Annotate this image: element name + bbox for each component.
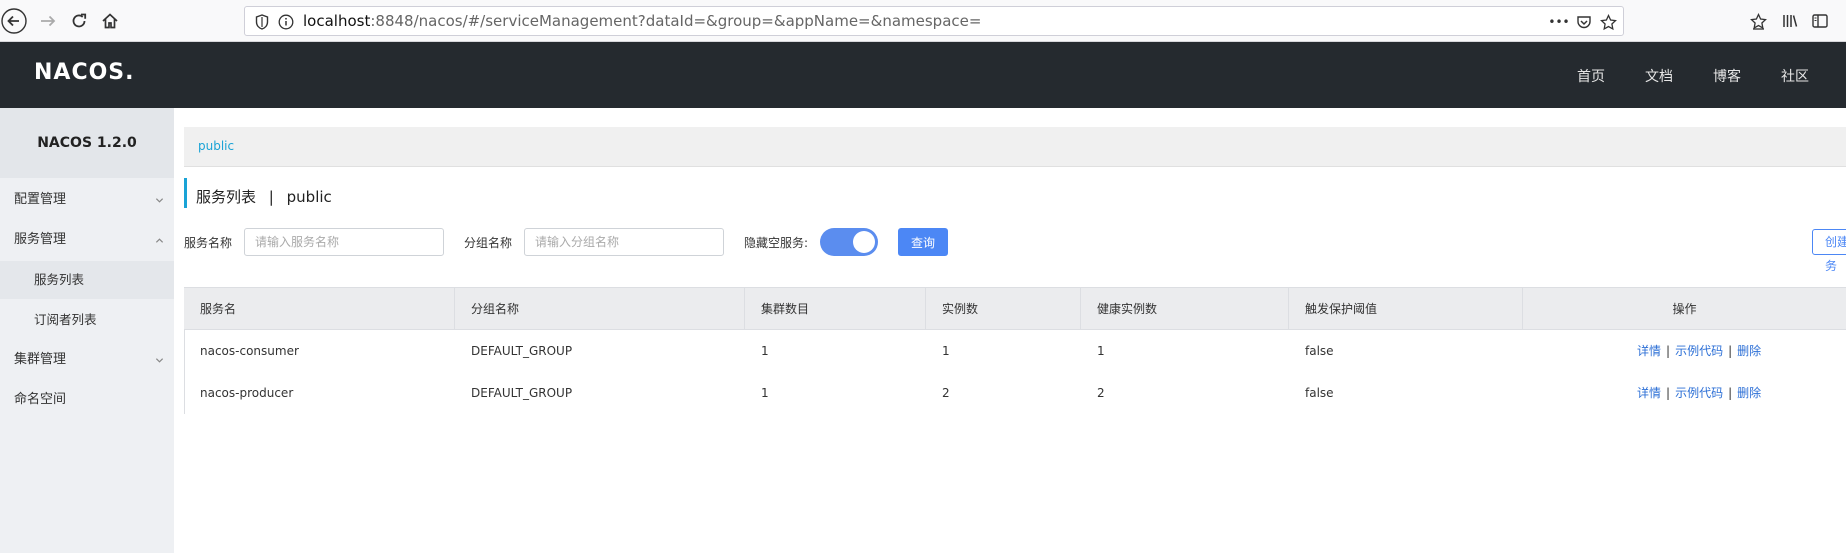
chevron-up-icon	[155, 238, 164, 243]
nav-community-link[interactable]: 社区	[1781, 66, 1809, 86]
cell-actions: 详情 | 示例代码 | 删除	[1637, 372, 1761, 414]
nacos-logo[interactable]: NACOS.	[34, 60, 135, 85]
col-header-cluster-count: 集群数目	[745, 288, 926, 330]
sidebar-toggle-icon[interactable]	[1808, 9, 1832, 33]
cell-service-name: nacos-producer	[200, 386, 294, 400]
cell-cluster-count: 1	[761, 344, 769, 358]
sidebar-item-label: 订阅者列表	[34, 312, 97, 327]
downloads-star-icon[interactable]	[1746, 9, 1770, 33]
hide-empty-toggle[interactable]	[820, 228, 878, 256]
library-icon[interactable]	[1778, 9, 1802, 33]
col-header-actions: 操作	[1672, 302, 1697, 316]
action-separator: |	[1728, 344, 1733, 358]
sidebar-item-label: 配置管理	[14, 192, 67, 207]
cell-group-name: DEFAULT_GROUP	[471, 344, 573, 358]
more-icon[interactable]: •••	[1547, 13, 1571, 31]
cell-threshold: false	[1305, 344, 1334, 358]
page-title-separator: |	[268, 188, 274, 206]
url-host: localhost	[303, 12, 371, 30]
reload-icon[interactable]	[65, 7, 93, 35]
sidebar-title: NACOS 1.2.0	[0, 108, 174, 178]
forward-icon[interactable]	[34, 7, 62, 35]
chevron-down-icon	[155, 198, 164, 203]
delete-link[interactable]: 删除	[1737, 386, 1761, 400]
home-icon[interactable]	[96, 7, 124, 35]
table-row: nacos-consumer DEFAULT_GROUP 1 1 1 false…	[184, 330, 1846, 372]
nav-blog-link[interactable]: 博客	[1713, 66, 1741, 86]
group-name-input[interactable]	[524, 228, 724, 256]
action-separator: |	[1666, 386, 1671, 400]
cell-service-name: nacos-consumer	[200, 344, 299, 358]
address-bar[interactable]: localhost:8848/nacos/#/serviceManagement…	[244, 6, 1624, 36]
sidebar: NACOS 1.2.0 配置管理 服务管理 服务列表 订阅者列表 集群管理 命名…	[0, 108, 174, 553]
bookmark-star-icon[interactable]	[1599, 13, 1617, 31]
nav-home-link[interactable]: 首页	[1577, 66, 1605, 86]
create-service-button[interactable]: 创建服务	[1812, 229, 1846, 273]
sidebar-item-service-management[interactable]: 服务管理	[0, 221, 174, 259]
sidebar-item-namespace[interactable]: 命名空间	[0, 381, 174, 419]
sidebar-item-label: 服务列表	[34, 272, 85, 287]
detail-link[interactable]: 详情	[1637, 344, 1661, 358]
sample-code-link[interactable]: 示例代码	[1675, 344, 1723, 358]
cell-healthy-count: 2	[1097, 386, 1105, 400]
sidebar-item-service-list[interactable]: 服务列表	[0, 261, 174, 299]
service-name-label: 服务名称	[184, 236, 233, 250]
cell-group-name: DEFAULT_GROUP	[471, 386, 573, 400]
page-title: 服务列表 | public	[196, 186, 332, 207]
back-icon[interactable]	[0, 7, 28, 35]
nav-docs-link[interactable]: 文档	[1645, 66, 1673, 86]
cell-instance-count: 1	[942, 344, 950, 358]
url-text[interactable]: localhost:8848/nacos/#/serviceManagement…	[303, 12, 981, 30]
info-icon[interactable]	[277, 13, 295, 31]
sidebar-item-label: 服务管理	[14, 232, 67, 247]
col-header-instance-count: 实例数	[926, 288, 1081, 330]
sidebar-item-label: 命名空间	[14, 392, 67, 407]
col-header-group-name: 分组名称	[455, 288, 745, 330]
toggle-knob	[853, 231, 875, 253]
service-name-input[interactable]	[244, 228, 444, 256]
delete-link[interactable]: 删除	[1737, 344, 1761, 358]
shield-icon[interactable]	[253, 13, 271, 31]
sample-code-link[interactable]: 示例代码	[1675, 386, 1723, 400]
title-accent-bar	[184, 178, 187, 208]
col-header-service-name: 服务名	[184, 288, 455, 330]
cell-actions: 详情 | 示例代码 | 删除	[1637, 330, 1761, 372]
table-header: 服务名 分组名称 集群数目 实例数 健康实例数 触发保护阈值 操作	[184, 287, 1846, 330]
top-header: NACOS. 首页 文档 博客 社区	[0, 42, 1846, 108]
sidebar-item-subscriber-list[interactable]: 订阅者列表	[0, 301, 174, 339]
sidebar-item-config-management[interactable]: 配置管理	[0, 181, 174, 219]
browser-toolbar: localhost:8848/nacos/#/serviceManagement…	[0, 0, 1846, 42]
cell-instance-count: 2	[942, 386, 950, 400]
col-header-healthy-count: 健康实例数	[1081, 288, 1289, 330]
page-title-text: 服务列表	[196, 188, 257, 206]
chevron-down-icon	[155, 358, 164, 363]
action-separator: |	[1666, 344, 1671, 358]
col-header-threshold: 触发保护阈值	[1289, 288, 1523, 330]
detail-link[interactable]: 详情	[1637, 386, 1661, 400]
pocket-icon[interactable]	[1575, 13, 1593, 31]
sidebar-item-cluster-management[interactable]: 集群管理	[0, 341, 174, 379]
cell-cluster-count: 1	[761, 386, 769, 400]
page-title-namespace: public	[286, 188, 332, 206]
table-row: nacos-producer DEFAULT_GROUP 1 2 2 false…	[184, 372, 1846, 414]
action-separator: |	[1728, 386, 1733, 400]
namespace-link-public[interactable]: public	[198, 139, 234, 153]
sidebar-item-label: 集群管理	[14, 352, 67, 367]
query-button[interactable]: 查询	[898, 228, 948, 256]
url-path: :8848/nacos/#/serviceManagement?dataId=&…	[370, 12, 982, 30]
hide-empty-label: 隐藏空服务:	[744, 236, 809, 250]
breadcrumb: public	[184, 127, 1846, 167]
cell-healthy-count: 1	[1097, 344, 1105, 358]
group-name-label: 分组名称	[464, 236, 513, 250]
cell-threshold: false	[1305, 386, 1334, 400]
